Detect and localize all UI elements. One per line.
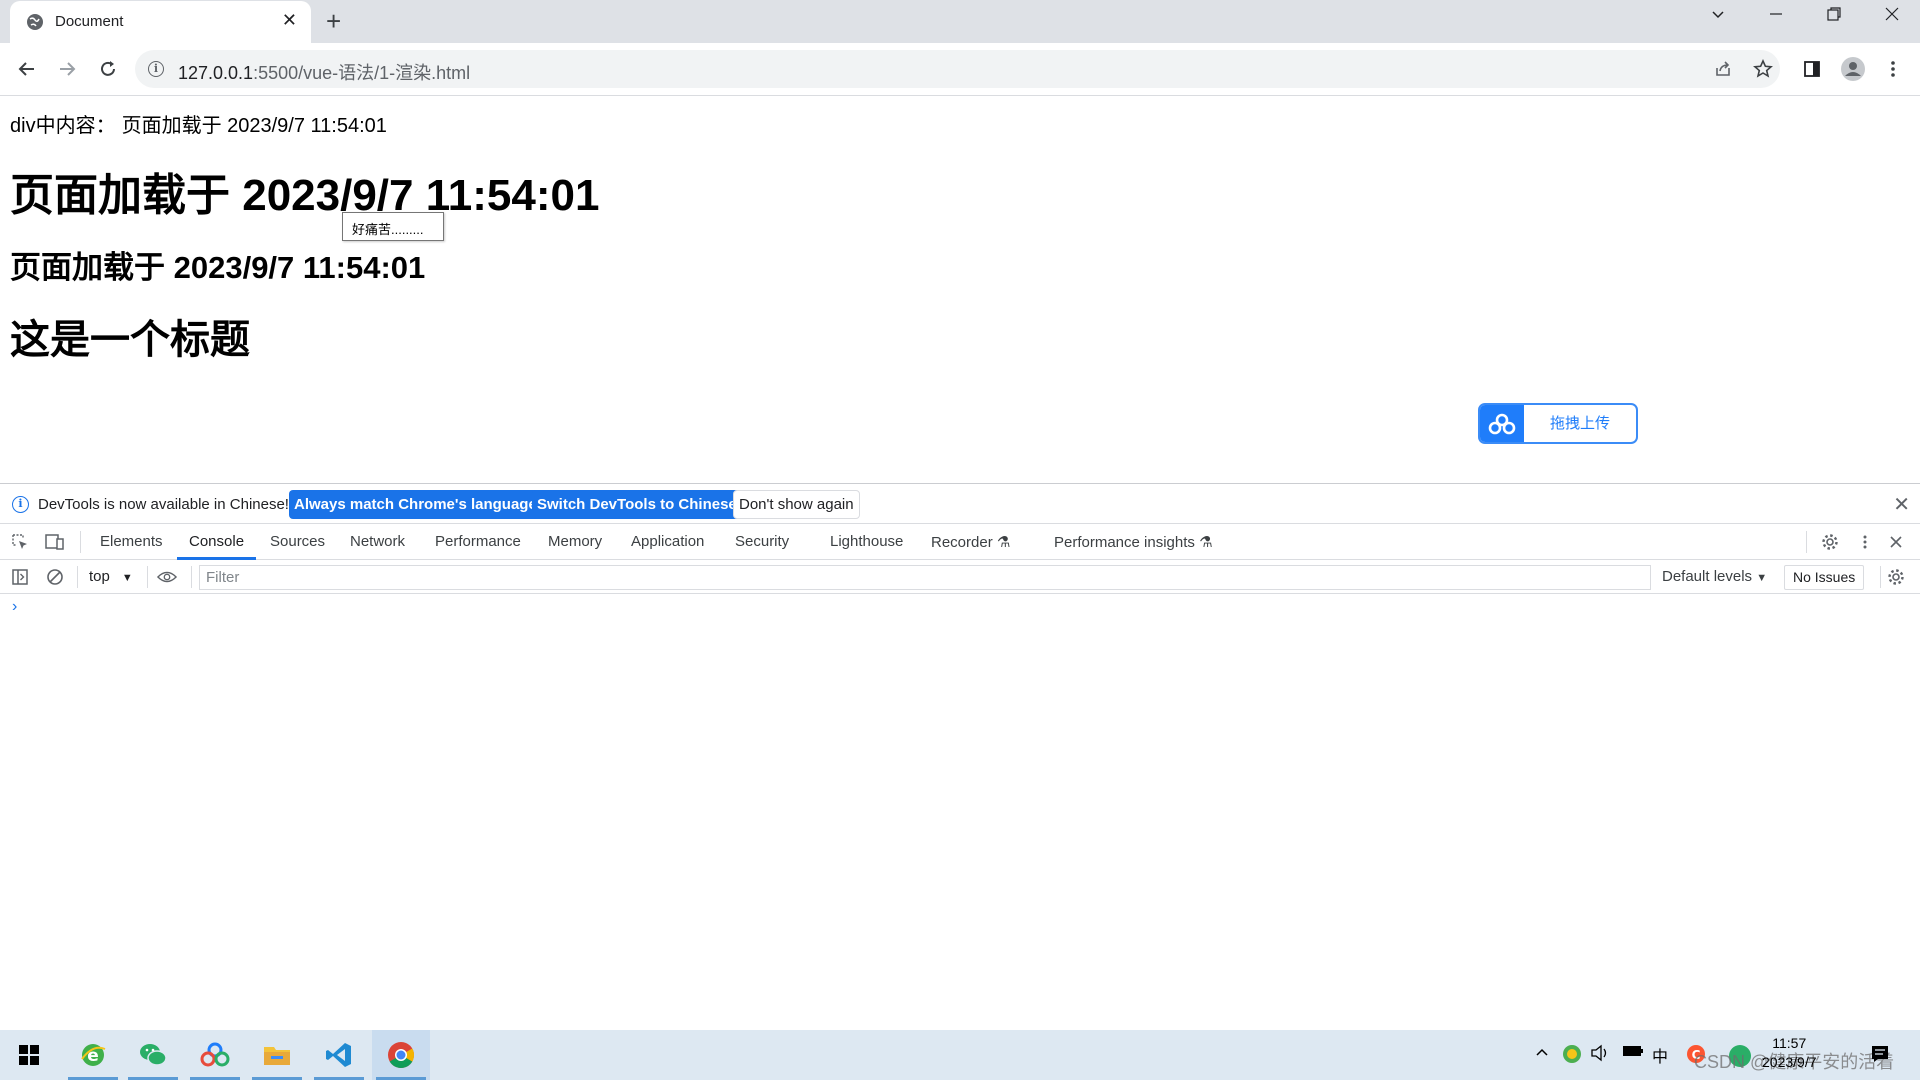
console-prompt-chevron-icon[interactable]: › <box>12 598 17 616</box>
live-expression-eye-icon[interactable] <box>157 567 177 587</box>
tab-memory[interactable]: Memory <box>548 533 602 550</box>
console-filter-input[interactable] <box>200 566 1650 589</box>
system-clock[interactable]: 11:57 2023/9/7 <box>1762 1034 1817 1072</box>
flask-icon: ⚗ <box>1199 534 1213 551</box>
wechat-icon[interactable] <box>124 1030 182 1080</box>
heading-title: 这是一个标题 <box>10 318 250 362</box>
switch-to-chinese-button[interactable]: Switch DevTools to Chinese <box>532 490 742 519</box>
heading-load-time: 页面加载于 2023/9/7 11:54:01 <box>10 171 600 220</box>
tab-network[interactable]: Network <box>350 533 405 550</box>
flask-icon: ⚗ <box>996 534 1011 551</box>
tab-console[interactable]: Console <box>189 533 244 550</box>
bookmark-star-icon[interactable] <box>1750 56 1776 82</box>
upload-button-label: 拖拽上传 <box>1549 415 1610 432</box>
tab-elements[interactable]: Elements <box>100 533 163 550</box>
ie-browser-icon[interactable]: e <box>64 1030 122 1080</box>
tab-close-icon[interactable]: ✕ <box>282 10 297 31</box>
sidebar-toggle-icon[interactable] <box>10 567 30 587</box>
tabbar-separator <box>1806 531 1807 553</box>
share-icon[interactable] <box>1710 56 1736 82</box>
baidu-netdisk-taskbar-icon[interactable] <box>186 1030 244 1080</box>
div-content-value: 页面加载于 2023/9/7 11:54:01 <box>121 115 387 137</box>
infobar-message: DevTools is now available in Chinese! <box>38 496 289 513</box>
tab-recorder[interactable]: Recorder ⚗ <box>931 533 1010 551</box>
forward-icon[interactable] <box>52 54 82 84</box>
tab-security[interactable]: Security <box>735 533 789 550</box>
360-security-icon[interactable] <box>1562 1044 1582 1069</box>
devtools-tabbar: Elements Console Sources Network Perform… <box>0 524 1920 560</box>
chrome-icon[interactable] <box>372 1030 430 1080</box>
toolbar-separator <box>147 566 148 588</box>
devtools-menu-icon[interactable] <box>1855 532 1875 552</box>
inspect-element-icon[interactable] <box>10 532 30 552</box>
browser-toolbar: i 127.0.0.1:5500/vue-语法/1-渲染.html <box>0 43 1920 96</box>
menu-kebab-icon[interactable] <box>1880 56 1906 82</box>
log-levels-dropdown[interactable]: Default levels ▼ <box>1662 568 1767 585</box>
tab-performance[interactable]: Performance <box>435 533 521 550</box>
url-text: 127.0.0.1:5500/vue-语法/1-渲染.html <box>178 63 471 83</box>
notification-center-icon[interactable] <box>1870 1044 1890 1069</box>
browser-tab[interactable]: Document ✕ <box>10 1 311 43</box>
site-info-icon[interactable]: i <box>148 61 164 77</box>
baidu-netdisk-icon <box>1480 405 1524 442</box>
new-tab-icon[interactable]: + <box>326 6 341 37</box>
drag-upload-button[interactable]: 拖拽上传 <box>1478 403 1638 444</box>
windows-start-icon[interactable] <box>0 1030 58 1080</box>
show-hidden-icons-chevron-icon[interactable] <box>1534 1044 1550 1065</box>
reload-icon[interactable] <box>93 54 123 84</box>
minimize-icon[interactable] <box>1768 6 1784 27</box>
windows-taskbar: e 中 C CSDN @健康平安的活着 11:57 2023/9/7 <box>0 1030 1920 1080</box>
tab-application[interactable]: Application <box>631 533 704 550</box>
restore-icon[interactable] <box>1826 6 1842 27</box>
back-icon[interactable] <box>12 54 42 84</box>
ime-indicator[interactable]: 中 <box>1652 1043 1668 1067</box>
tab-lighthouse[interactable]: Lighthouse <box>830 533 903 550</box>
tab-search-icon[interactable] <box>1710 6 1726 27</box>
console-filter-field[interactable] <box>199 565 1651 590</box>
address-bar[interactable]: i 127.0.0.1:5500/vue-语法/1-渲染.html <box>135 50 1780 88</box>
clear-console-icon[interactable] <box>45 567 65 587</box>
devtools-close-icon[interactable] <box>1886 532 1906 552</box>
console-toolbar: top▼ Default levels ▼ No Issues <box>0 560 1920 594</box>
always-match-language-button[interactable]: Always match Chrome's language <box>289 490 542 519</box>
console-settings-gear-icon[interactable] <box>1886 567 1906 587</box>
dropdown-arrow-icon: ▼ <box>121 572 133 584</box>
tab-performance-insights[interactable]: Performance insights ⚗ <box>1054 533 1213 551</box>
devtools-language-infobar: i DevTools is now available in Chinese! … <box>0 484 1920 524</box>
vscode-icon[interactable] <box>310 1030 368 1080</box>
issues-counter-button[interactable]: No Issues <box>1784 565 1865 590</box>
clock-date: 2023/9/7 <box>1762 1054 1817 1070</box>
volume-icon[interactable] <box>1590 1044 1610 1067</box>
device-toolbar-icon[interactable] <box>45 532 65 552</box>
settings-gear-icon[interactable] <box>1820 532 1840 552</box>
title-tooltip: 好痛苦......... <box>342 212 444 241</box>
context-selector[interactable]: top ▼ <box>89 568 133 585</box>
globe-icon <box>27 14 43 30</box>
side-panel-icon[interactable] <box>1799 56 1825 82</box>
subheading-load-time: 页面加载于 2023/9/7 11:54:01 <box>10 250 426 285</box>
dropdown-arrow-icon: ▼ <box>1756 572 1768 584</box>
file-explorer-icon[interactable] <box>248 1030 306 1080</box>
div-content-label: div中内容： <box>10 115 116 137</box>
devtools-panel: i DevTools is now available in Chinese! … <box>0 483 1920 1030</box>
info-icon: i <box>12 496 29 513</box>
browser-titlebar: Document ✕ + <box>0 0 1920 43</box>
toolbar-separator <box>1880 566 1881 588</box>
tabbar-separator <box>80 531 81 553</box>
tab-title: Document <box>55 13 124 30</box>
toolbar-separator <box>77 566 78 588</box>
close-window-icon[interactable] <box>1884 6 1900 27</box>
div-content-line: div中内容： 页面加载于 2023/9/7 11:54:01 <box>10 109 387 138</box>
tab-sources[interactable]: Sources <box>270 533 325 550</box>
clock-time: 11:57 <box>1772 1035 1807 1051</box>
profile-avatar-icon[interactable] <box>1840 56 1866 82</box>
toolbar-separator <box>191 566 192 588</box>
battery-icon[interactable] <box>1622 1044 1644 1063</box>
infobar-close-icon[interactable]: ✕ <box>1893 492 1910 517</box>
page-viewport: div中内容： 页面加载于 2023/9/7 11:54:01 页面加载于 202… <box>0 97 1920 483</box>
dont-show-again-button[interactable]: Don't show again <box>733 490 860 519</box>
